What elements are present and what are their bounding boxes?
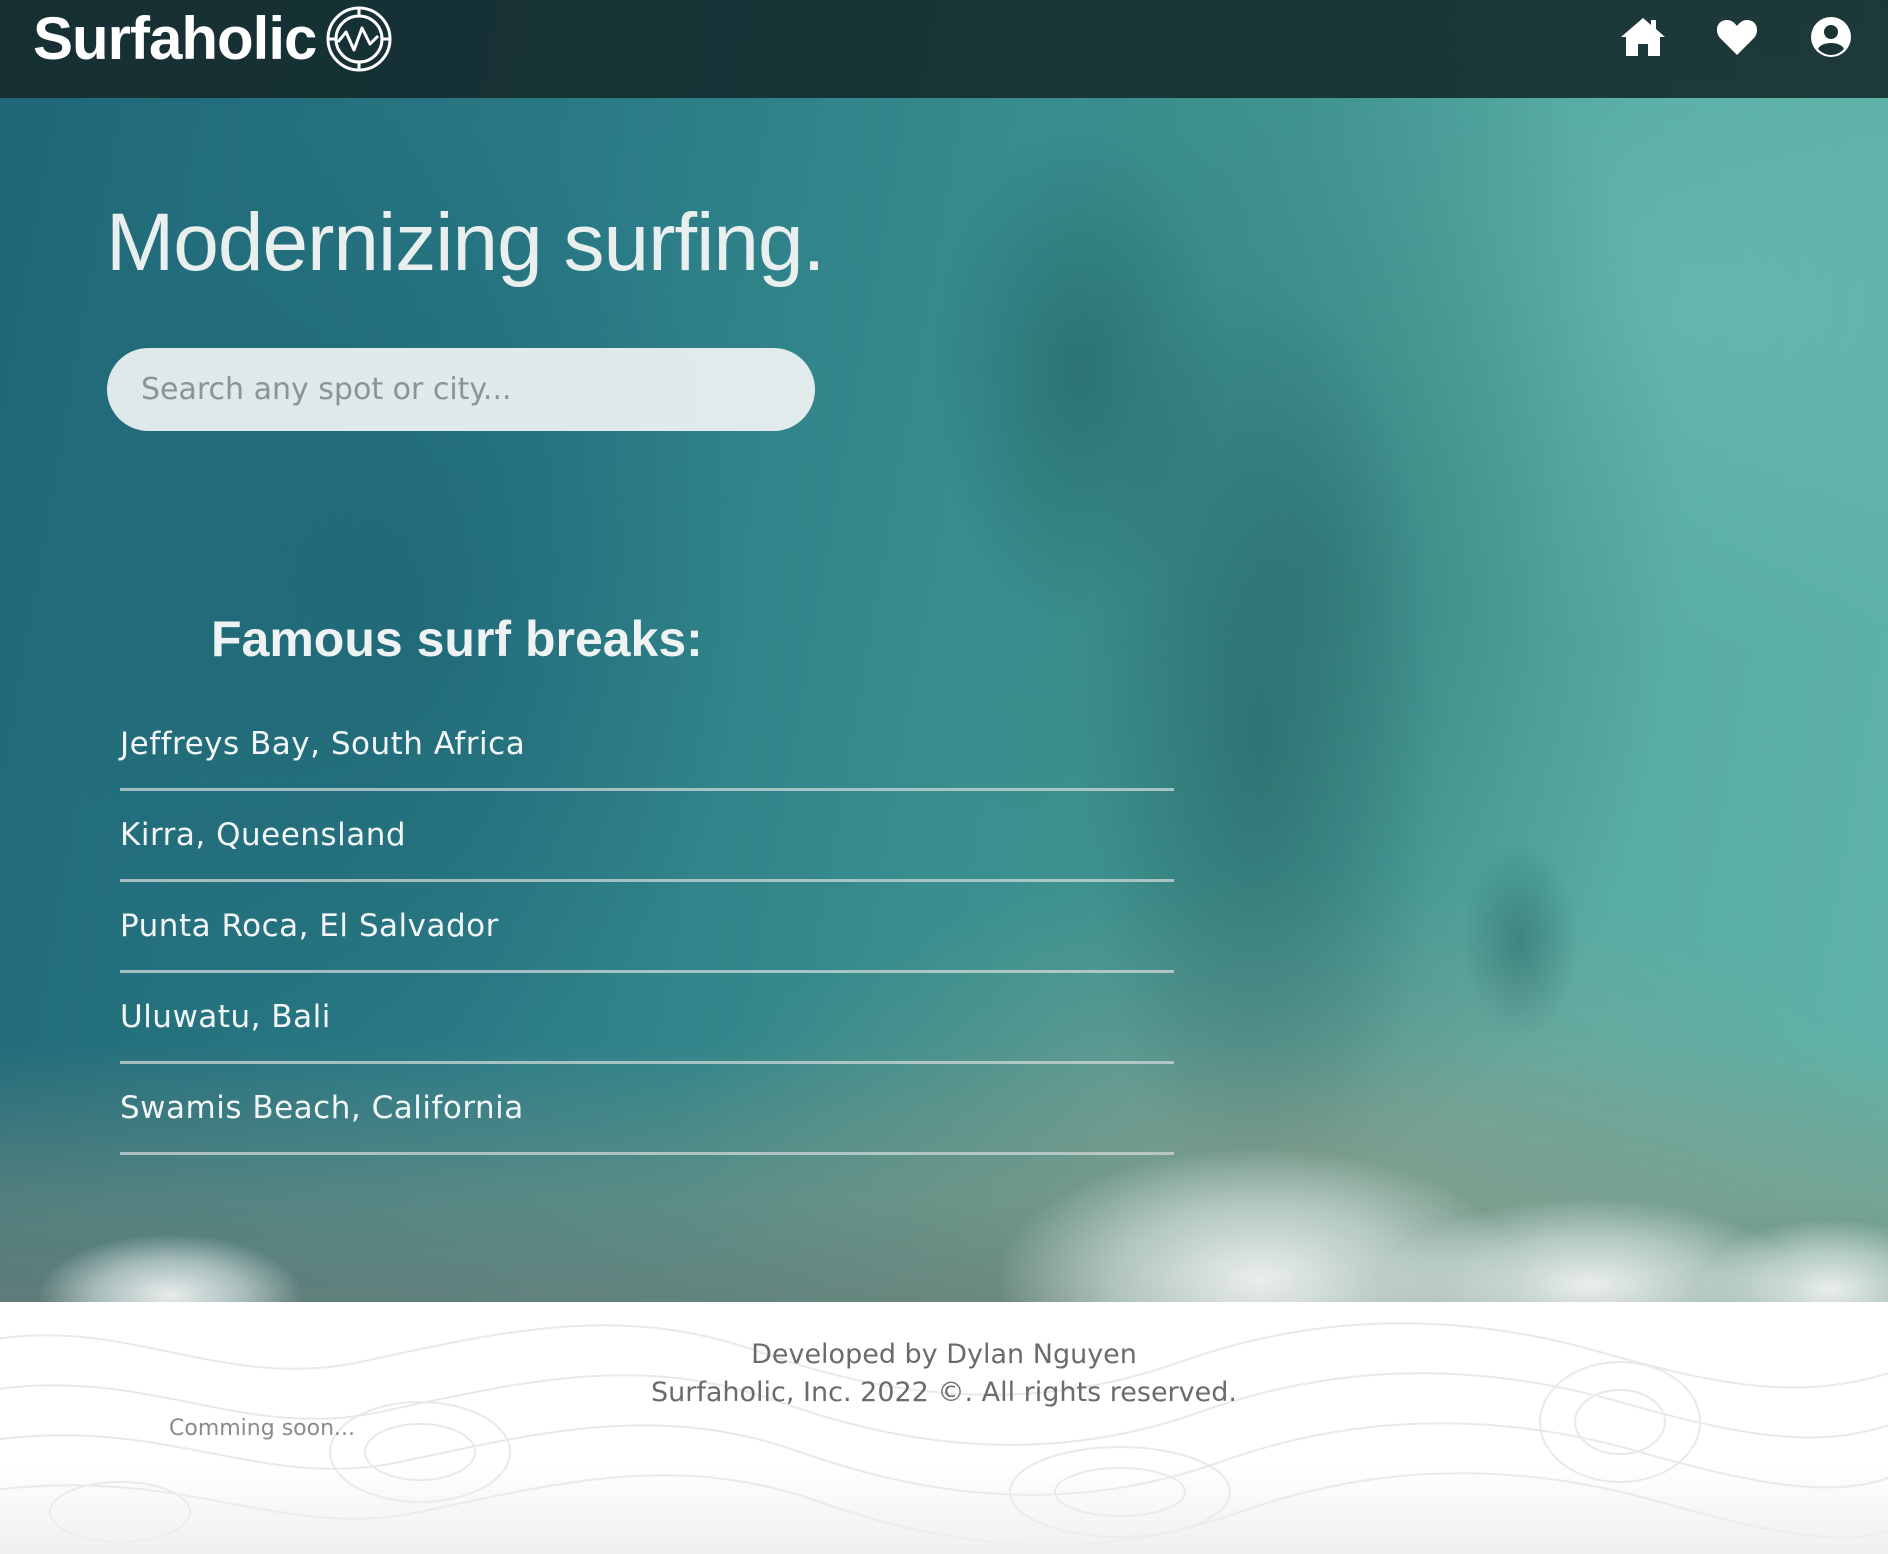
favorites-button[interactable]	[1714, 14, 1760, 60]
copyright-text: Surfaholic, Inc. 2022 ©. All rights rese…	[651, 1377, 1237, 1408]
nav-icon-group	[1620, 14, 1854, 60]
reef-shadow	[930, 120, 1230, 620]
developer-credit: Developed by Dylan Nguyen	[751, 1339, 1137, 1370]
home-button[interactable]	[1620, 14, 1666, 60]
footer-fade	[0, 1464, 1888, 1554]
coming-soon-text: Comming soon...	[169, 1416, 356, 1441]
user-icon	[1811, 17, 1851, 57]
profile-button[interactable]	[1808, 14, 1854, 60]
break-link-swamis-beach[interactable]: Swamis Beach, California	[120, 1064, 1174, 1155]
famous-breaks-heading: Famous surf breaks:	[211, 611, 703, 667]
search-bar	[107, 348, 815, 431]
break-link-uluwatu[interactable]: Uluwatu, Bali	[120, 973, 1174, 1064]
home-icon	[1621, 18, 1665, 56]
top-navbar: Surfaholic	[0, 0, 1888, 98]
brand-name: Surfaholic	[33, 5, 317, 72]
break-link-kirra[interactable]: Kirra, Queensland	[120, 791, 1174, 882]
reef-shadow	[1460, 840, 1580, 1040]
break-link-jeffreys-bay[interactable]: Jeffreys Bay, South Africa	[120, 700, 1174, 791]
wave-chart-logo-icon	[326, 6, 392, 72]
search-input[interactable]	[107, 348, 815, 431]
heart-icon	[1716, 20, 1758, 55]
brand-link[interactable]: Surfaholic	[33, 0, 394, 78]
break-link-punta-roca[interactable]: Punta Roca, El Salvador	[120, 882, 1174, 973]
hero-headline: Modernizing surfing.	[106, 197, 825, 288]
famous-breaks-list: Jeffreys Bay, South Africa Kirra, Queens…	[120, 700, 1174, 1155]
footer: Developed by Dylan Nguyen Surfaholic, In…	[0, 1302, 1888, 1554]
footer-credit: Developed by Dylan Nguyen Surfaholic, In…	[0, 1336, 1888, 1412]
